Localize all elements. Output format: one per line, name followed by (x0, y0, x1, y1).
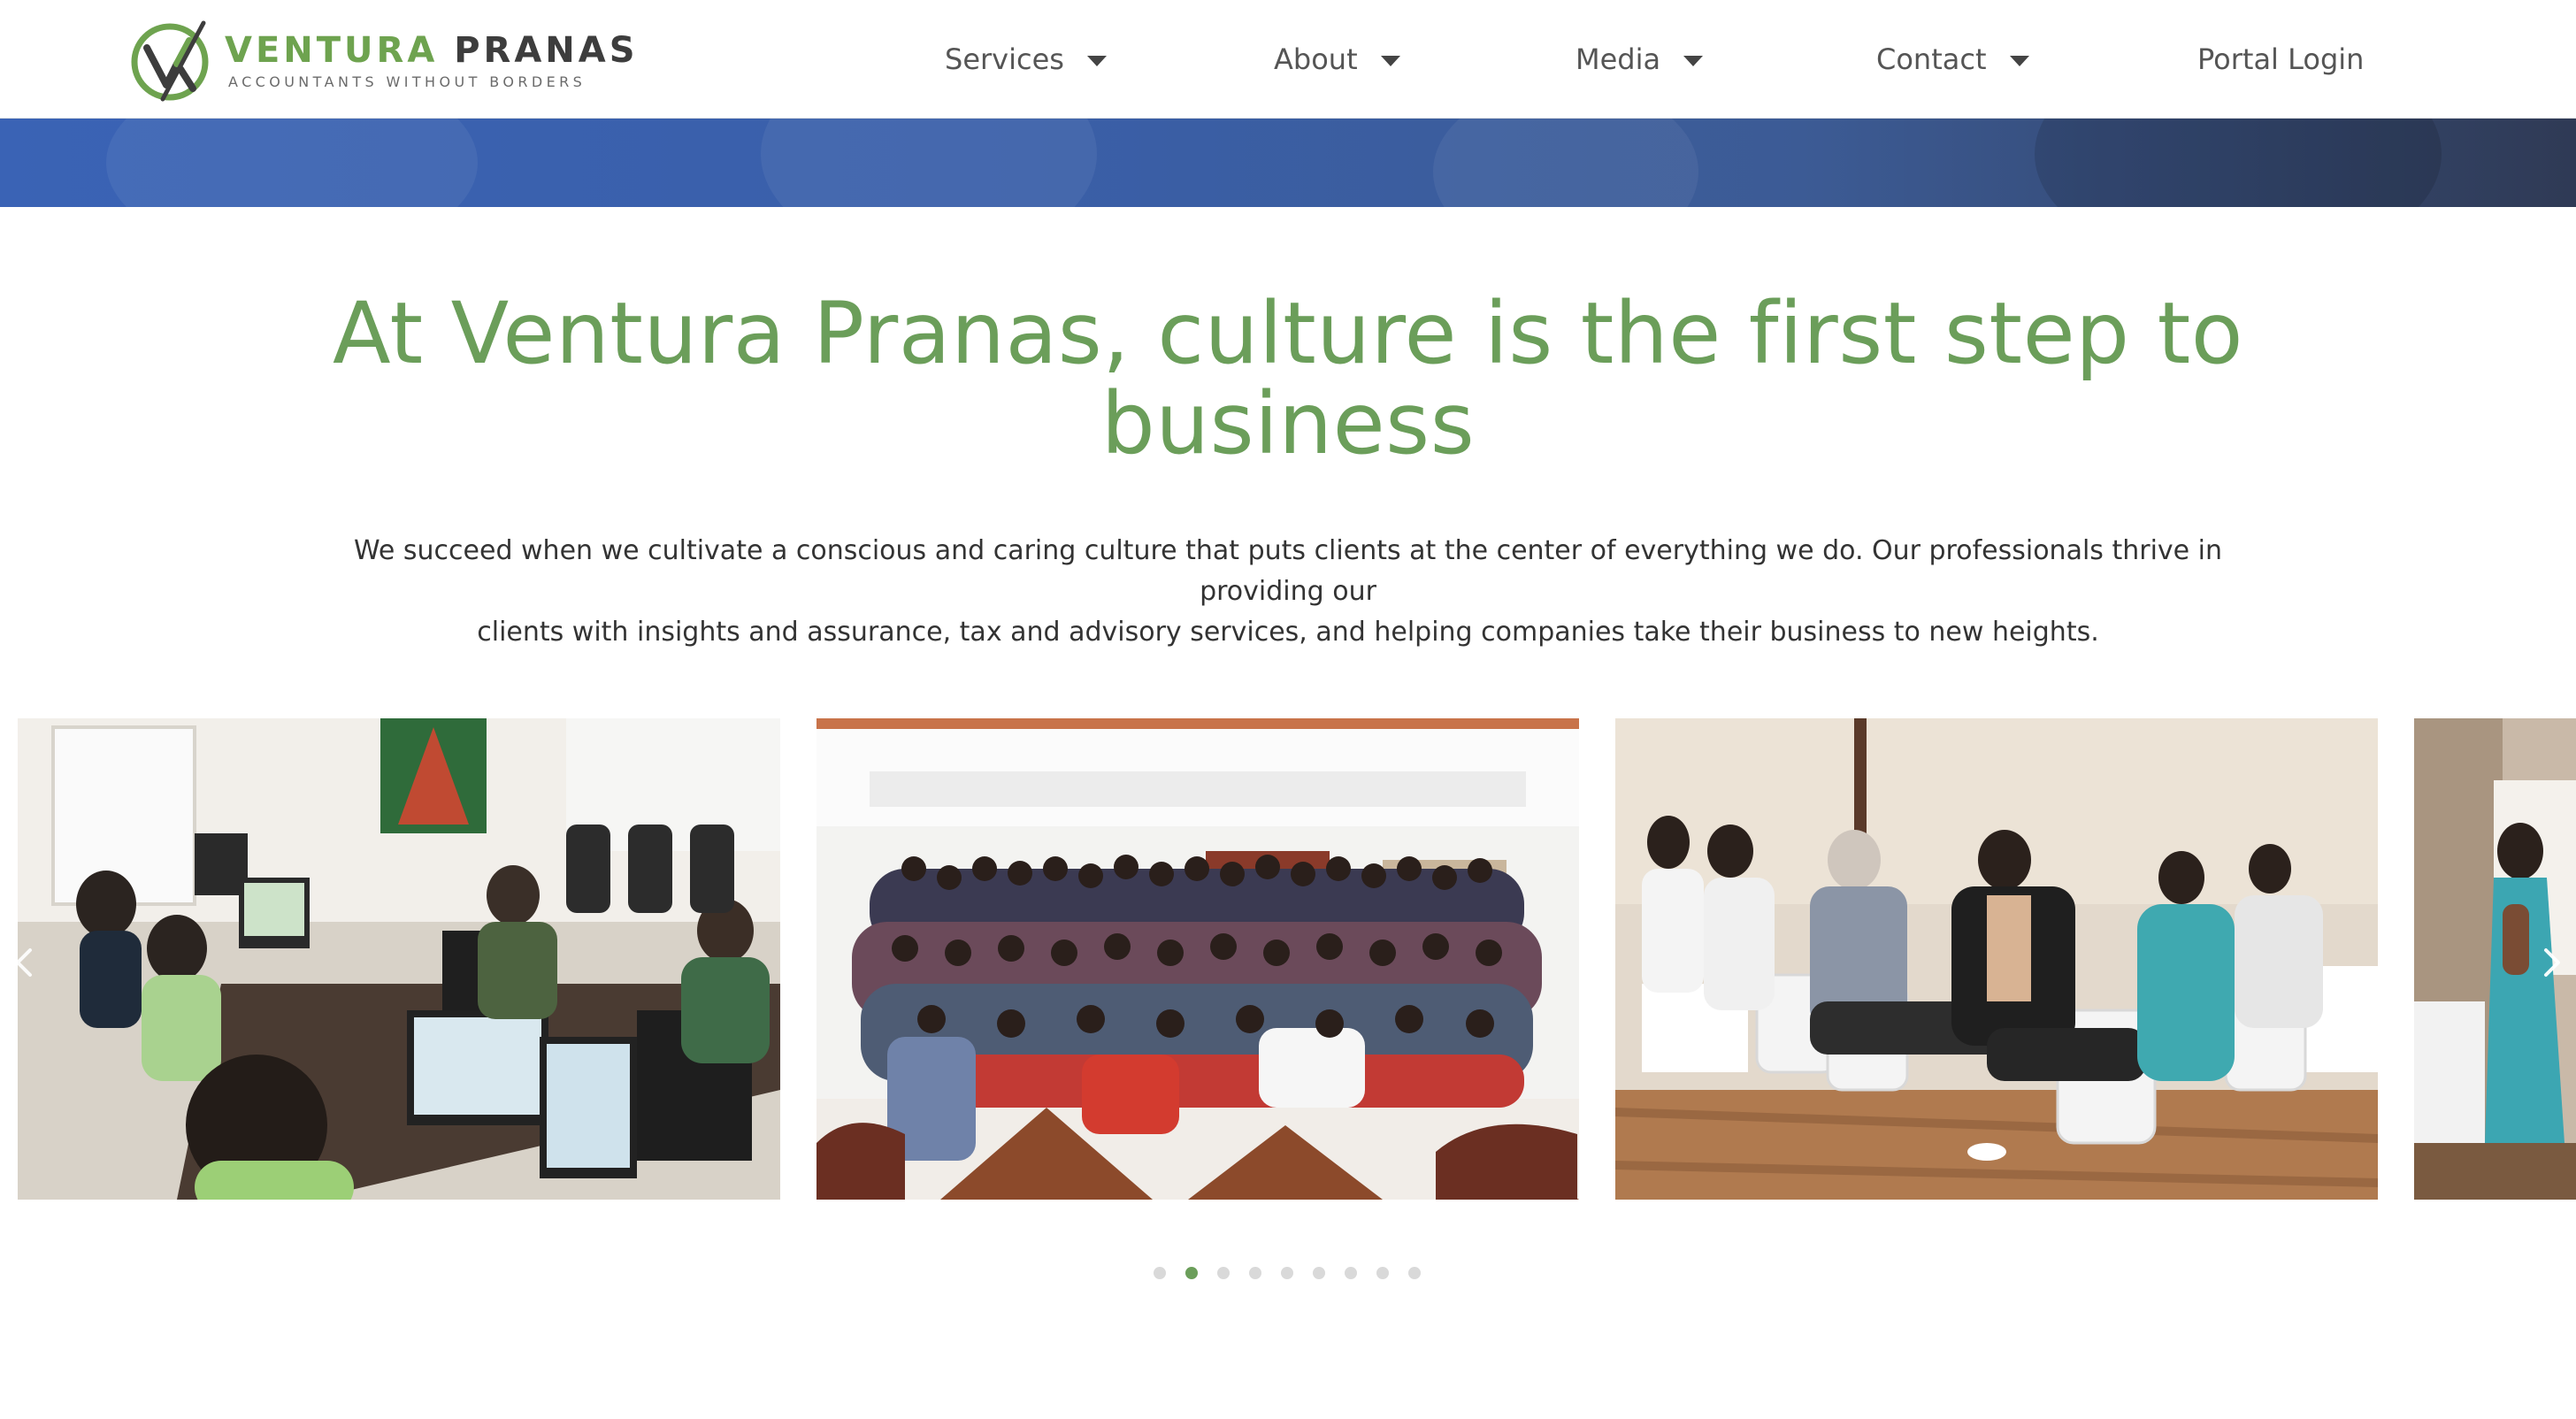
nav-label-services: Services (945, 42, 1064, 76)
carousel-dot[interactable] (1249, 1267, 1261, 1279)
carousel-dot[interactable] (1281, 1267, 1293, 1279)
caret-down-icon (1380, 56, 1400, 66)
nav-label-media: Media (1576, 42, 1661, 76)
nav-label-portal-login: Portal Login (2197, 42, 2365, 76)
team-group-photo (816, 718, 1579, 1200)
caret-down-icon (1086, 56, 1107, 66)
intro-line-1: We succeed when we cultivate a conscious… (354, 535, 2222, 607)
photo-carousel[interactable] (0, 718, 2576, 1200)
chevron-left-icon[interactable] (7, 945, 42, 980)
brand-name-part2: PRANAS (454, 29, 639, 71)
logo-text: VENTURA PRANAS ACCOUNTANTS WITHOUT BORDE… (225, 31, 639, 90)
intro-line-2: clients with insights and assurance, tax… (477, 617, 2099, 648)
hero-shade (761, 119, 1097, 207)
office-workstations-photo (18, 718, 780, 1200)
nav-label-about: About (1274, 42, 1358, 76)
carousel-slide-audience[interactable] (1615, 718, 2378, 1200)
nav-item-contact[interactable]: Contact (1876, 0, 2029, 119)
carousel-dot[interactable] (1376, 1267, 1389, 1279)
hero-shade (1433, 119, 1698, 207)
brand-tagline: ACCOUNTANTS WITHOUT BORDERS (228, 73, 586, 90)
carousel-dot[interactable] (1185, 1267, 1198, 1279)
headline-line-2: business (1100, 374, 1476, 473)
carousel-dot[interactable] (1408, 1267, 1421, 1279)
nav-item-about[interactable]: About (1274, 0, 1400, 119)
caret-down-icon (2009, 56, 2029, 66)
hero-banner (0, 119, 2576, 207)
brand-name: VENTURA PRANAS (225, 31, 639, 70)
nav-item-portal-login[interactable]: Portal Login (2197, 0, 2364, 119)
carousel-dot[interactable] (1345, 1267, 1357, 1279)
site-header: VENTURA PRANAS ACCOUNTANTS WITHOUT BORDE… (0, 0, 2576, 119)
carousel-dot[interactable] (1313, 1267, 1325, 1279)
carousel-dot[interactable] (1217, 1267, 1230, 1279)
brand-name-part1: VENTURA (225, 29, 439, 71)
site-logo[interactable]: VENTURA PRANAS ACCOUNTANTS WITHOUT BORDE… (127, 18, 639, 103)
nav-item-services[interactable]: Services (945, 0, 1107, 119)
headline-line-1: At Ventura Pranas, culture is the first … (333, 284, 2243, 383)
audience-seated-photo (1615, 718, 2378, 1200)
hero-shade (2035, 119, 2442, 207)
hero-shade (106, 119, 478, 207)
carousel-slide-group[interactable] (816, 718, 1579, 1200)
page-headline: At Ventura Pranas, culture is the first … (315, 288, 2261, 469)
nav-label-contact: Contact (1876, 42, 1987, 76)
carousel-slide-office[interactable] (18, 718, 780, 1200)
caret-down-icon (1683, 56, 1704, 66)
vp-logo-icon (131, 20, 209, 102)
carousel-pagination (0, 1267, 2576, 1285)
carousel-dot[interactable] (1154, 1267, 1166, 1279)
page: VENTURA PRANAS ACCOUNTANTS WITHOUT BORDE… (0, 0, 2576, 1419)
chevron-right-icon[interactable] (2534, 945, 2569, 980)
intro-paragraph: We succeed when we cultivate a conscious… (297, 531, 2279, 653)
nav-item-media[interactable]: Media (1576, 0, 1704, 119)
